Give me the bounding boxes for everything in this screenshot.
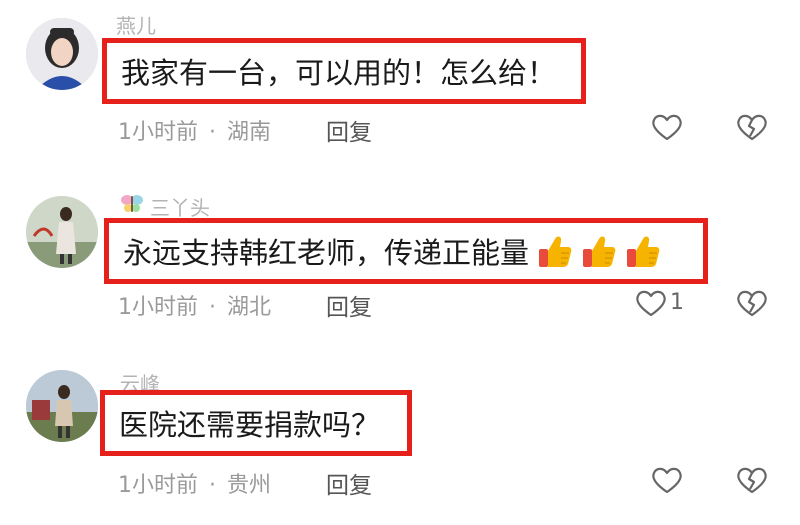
broken-heart-icon[interactable] [735, 288, 769, 318]
comment-location: 湖南 [227, 120, 272, 145]
username-text: 燕儿 [116, 14, 156, 38]
comment-meta: 1小时前 · 湖北 [118, 289, 271, 321]
thumbs-up-icon [627, 236, 660, 267]
heart-icon[interactable] [650, 112, 684, 142]
avatar[interactable] [26, 196, 98, 268]
like-count: 1 [670, 290, 684, 315]
comment-text: 永远支持韩红老师，传递正能量 [123, 236, 530, 270]
username-text: 三丫头 [150, 196, 210, 220]
comment-meta: 1小时前 · 贵州 [118, 467, 271, 499]
comment-location: 贵州 [227, 473, 272, 498]
comment-item: 燕儿 我家有一台，可以用的！怎么给！ 1小时前 · 湖南 回复 [0, 0, 800, 170]
thumbs-up-icon [583, 236, 616, 267]
comment-text-box: 永远支持韩红老师，传递正能量 [104, 218, 708, 284]
username[interactable]: 燕儿 [116, 10, 156, 39]
comment-text-box: 医院还需要捐款吗？ [100, 390, 412, 456]
meta-separator: · [209, 120, 216, 145]
avatar-image [26, 18, 98, 90]
avatar-image [26, 196, 98, 268]
comment-meta: 1小时前 · 湖南 [118, 114, 271, 146]
reply-button[interactable]: 回复 [326, 288, 372, 322]
comment-item: 云峰 医院还需要捐款吗？ 1小时前 · 贵州 回复 [0, 350, 800, 525]
meta-separator: · [209, 473, 216, 498]
broken-heart-icon[interactable] [735, 465, 769, 495]
avatar-image [26, 370, 98, 442]
username[interactable]: 三丫头 [120, 192, 210, 221]
comment-item: 三丫头 永远支持韩红老师，传递正能量 1小时前 · 湖北 回复 1 [0, 170, 800, 345]
comment-time: 1小时前 [118, 473, 198, 498]
thumbs-up-icon [539, 236, 572, 267]
emoji-group [535, 231, 663, 271]
butterfly-icon [120, 193, 144, 220]
comment-location: 湖北 [227, 295, 272, 320]
avatar[interactable] [26, 18, 98, 90]
comment-text: 医院还需要捐款吗？ [119, 408, 381, 442]
broken-heart-icon[interactable] [735, 112, 769, 142]
heart-icon[interactable] [634, 288, 668, 318]
heart-icon[interactable] [650, 465, 684, 495]
comment-text-box: 我家有一台，可以用的！怎么给！ [102, 38, 586, 104]
reply-button[interactable]: 回复 [326, 113, 372, 147]
comment-text: 我家有一台，可以用的！怎么给！ [121, 56, 557, 90]
reply-button[interactable]: 回复 [326, 466, 372, 500]
meta-separator: · [209, 295, 216, 320]
avatar[interactable] [26, 370, 98, 442]
comment-time: 1小时前 [118, 120, 198, 145]
comment-time: 1小时前 [118, 295, 198, 320]
